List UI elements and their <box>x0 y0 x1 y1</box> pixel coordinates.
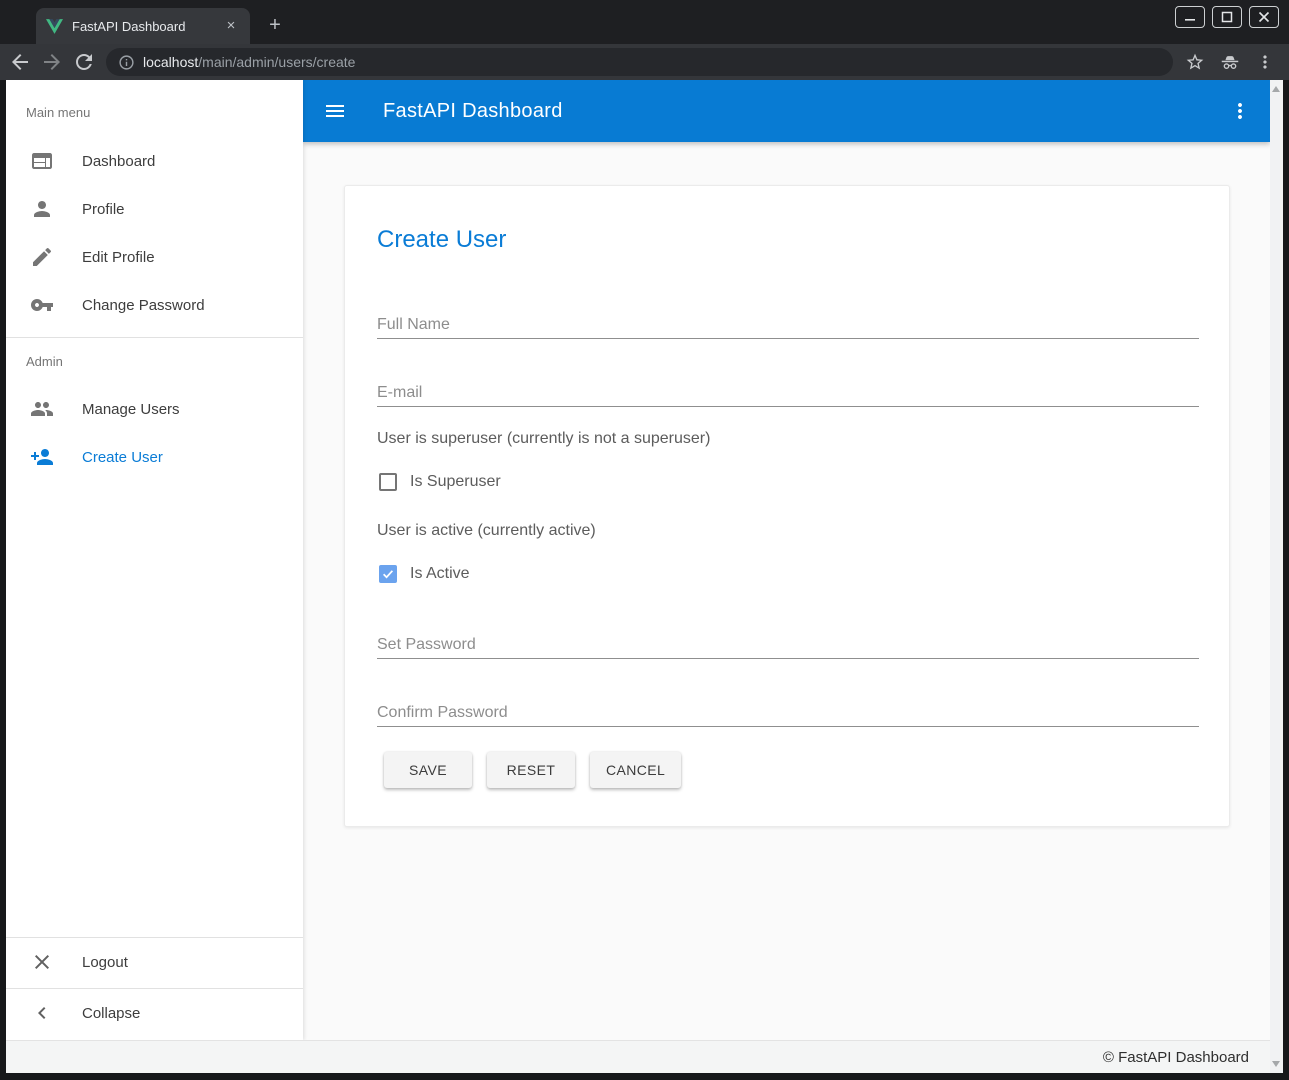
address-bar[interactable]: localhost/main/admin/users/create <box>106 48 1173 76</box>
sidebar-item-profile[interactable]: Profile <box>6 185 303 233</box>
vertical-scrollbar[interactable] <box>1270 80 1283 1073</box>
sidebar-item-label: Logout <box>82 954 128 971</box>
people-icon <box>30 397 54 421</box>
window-close-button[interactable] <box>1249 6 1279 28</box>
save-button[interactable]: SAVE <box>384 752 472 788</box>
window-maximize-button[interactable] <box>1212 6 1242 28</box>
sidebar-item-label: Profile <box>82 201 125 218</box>
checkbox-label: Is Superuser <box>410 473 501 491</box>
is-superuser-checkbox[interactable]: Is Superuser <box>379 473 501 491</box>
url-path: /main/admin/users/create <box>198 54 355 70</box>
web-icon <box>30 149 54 173</box>
site-info-icon[interactable] <box>118 54 135 71</box>
copyright-text: © FastAPI Dashboard <box>1103 1049 1249 1066</box>
chevron-left-icon <box>30 1001 54 1025</box>
vue-logo-icon <box>46 19 63 34</box>
sidebar-item-dashboard[interactable]: Dashboard <box>6 137 303 185</box>
key-icon <box>30 293 54 317</box>
reset-button[interactable]: RESET <box>487 752 575 788</box>
checkbox-label: Is Active <box>410 565 470 583</box>
superuser-hint: User is superuser (currently is not a su… <box>377 430 710 448</box>
sidebar-section-main-menu: Main menu <box>26 105 90 120</box>
check-icon <box>381 567 395 581</box>
cancel-button[interactable]: CANCEL <box>590 752 681 788</box>
scrollbar-down-arrow-icon[interactable] <box>1272 1061 1280 1067</box>
hamburger-menu-icon[interactable] <box>323 99 347 123</box>
back-icon[interactable] <box>8 50 32 74</box>
sidebar-item-create-user[interactable]: Create User <box>6 433 303 481</box>
incognito-icon <box>1219 51 1241 73</box>
sidebar-item-label: Manage Users <box>82 401 180 418</box>
confirm-password-input[interactable] <box>377 699 1199 727</box>
sidebar-item-label: Dashboard <box>82 153 155 170</box>
sidebar-item-label: Edit Profile <box>82 249 155 266</box>
new-tab-button[interactable]: + <box>262 13 288 39</box>
bookmark-star-icon[interactable] <box>1185 52 1205 72</box>
email-field-wrap <box>377 379 1199 407</box>
pencil-icon <box>30 245 54 269</box>
close-icon <box>30 950 54 974</box>
scrollbar-up-arrow-icon[interactable] <box>1272 86 1280 92</box>
forward-icon[interactable] <box>40 50 64 74</box>
person-icon <box>30 197 54 221</box>
checkbox-checked[interactable] <box>379 565 397 583</box>
sidebar-item-change-password[interactable]: Change Password <box>6 281 303 329</box>
app-bar: FastAPI Dashboard <box>303 80 1270 142</box>
window-minimize-button[interactable] <box>1175 6 1205 28</box>
browser-toolbar: localhost/main/admin/users/create <box>0 44 1289 80</box>
page-title: Create User <box>377 226 506 254</box>
sidebar-item-label: Change Password <box>82 297 205 314</box>
app-title: FastAPI Dashboard <box>383 100 563 123</box>
active-hint: User is active (currently active) <box>377 522 596 540</box>
set-password-input[interactable] <box>377 631 1199 659</box>
sidebar: Main menu Dashboard Profile Edit Profile… <box>6 80 303 1040</box>
app-menu-kebab-icon[interactable] <box>1228 99 1252 123</box>
is-active-checkbox[interactable]: Is Active <box>379 565 470 583</box>
sidebar-item-manage-users[interactable]: Manage Users <box>6 385 303 433</box>
sidebar-item-edit-profile[interactable]: Edit Profile <box>6 233 303 281</box>
tab-title: FastAPI Dashboard <box>72 19 222 34</box>
confirm-password-field-wrap <box>377 699 1199 727</box>
sidebar-divider <box>6 337 303 338</box>
browser-menu-icon[interactable] <box>1255 52 1275 72</box>
page: Main menu Dashboard Profile Edit Profile… <box>6 80 1283 1073</box>
url-host: localhost <box>143 54 198 70</box>
person-add-icon <box>30 445 54 469</box>
reload-icon[interactable] <box>72 50 96 74</box>
checkbox-unchecked[interactable] <box>379 473 397 491</box>
sidebar-section-admin: Admin <box>26 354 63 369</box>
tab-close-icon[interactable]: × <box>222 17 240 35</box>
full-name-field-wrap <box>377 311 1199 339</box>
create-user-card: Create User User is superuser (currently… <box>344 185 1230 827</box>
sidebar-item-label: Create User <box>82 449 163 466</box>
set-password-field-wrap <box>377 631 1199 659</box>
browser-titlebar: FastAPI Dashboard × + <box>0 0 1289 44</box>
full-name-input[interactable] <box>377 311 1199 339</box>
window-controls <box>1175 6 1279 28</box>
url-text: localhost/main/admin/users/create <box>143 54 355 70</box>
sidebar-item-label: Collapse <box>82 1005 140 1022</box>
browser-tab[interactable]: FastAPI Dashboard × <box>36 8 250 44</box>
sidebar-item-logout[interactable]: Logout <box>6 938 303 986</box>
form-actions: SAVE RESET CANCEL <box>384 752 681 788</box>
page-footer: © FastAPI Dashboard <box>6 1040 1283 1073</box>
email-input[interactable] <box>377 379 1199 407</box>
sidebar-item-collapse[interactable]: Collapse <box>6 989 303 1037</box>
